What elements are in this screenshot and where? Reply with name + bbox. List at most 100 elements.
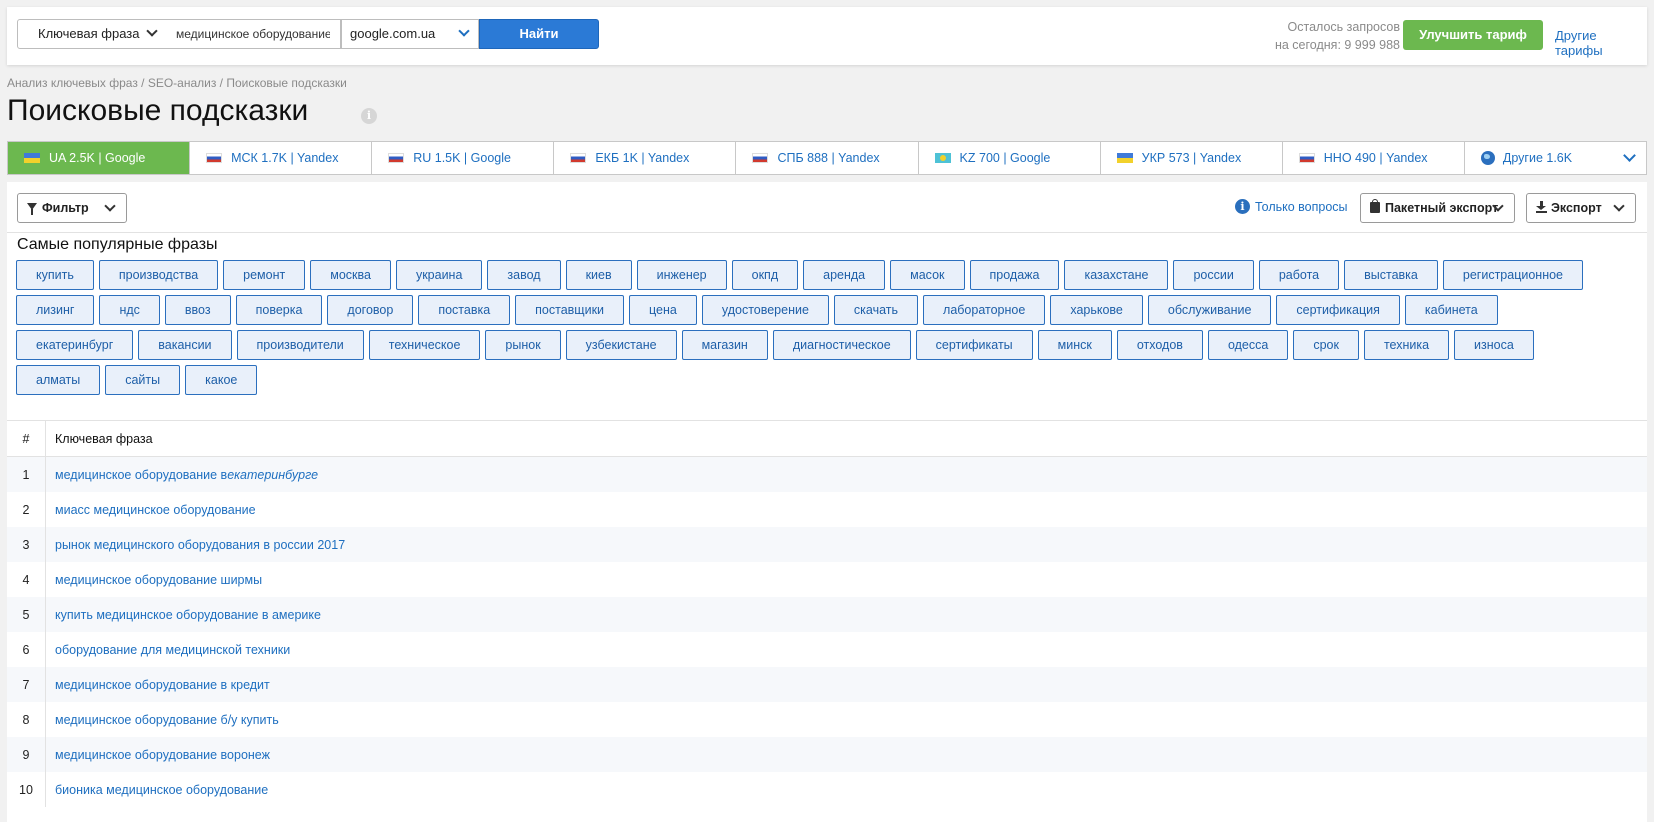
phrase-chip[interactable]: производства (98, 260, 219, 290)
phrase-text: медицинское оборудование в кредит (55, 677, 270, 692)
tab-kz-google[interactable]: KZ 700 | Google (918, 142, 1101, 174)
phrase-chip[interactable]: работа (1258, 260, 1340, 290)
phrase-chip[interactable]: сертификация (1276, 295, 1400, 325)
tab-ru-google[interactable]: RU 1.5K | Google (372, 142, 555, 174)
popular-phrases-list: купить производства ремонт москва украина зав… (16, 260, 1616, 400)
phrase-chip[interactable]: украина (395, 260, 483, 290)
phrase-chip[interactable]: рынок (485, 330, 561, 360)
phrase-chip[interactable]: продажа (969, 260, 1060, 290)
phrase-chip[interactable]: износа (1454, 330, 1534, 360)
phrase-chip[interactable]: киев (565, 260, 632, 290)
phrase-chip[interactable]: окпд (731, 260, 799, 290)
phrase-chip[interactable]: выставка (1344, 260, 1438, 290)
phrase-chip[interactable]: магазин (681, 330, 768, 360)
phrase-link[interactable]: купить медицинское оборудование в америк… (45, 597, 1647, 632)
phrase-link[interactable]: медицинское оборудование в кредит (45, 667, 1647, 702)
phrase-chip[interactable]: екатеринбург (16, 330, 134, 360)
breadcrumb[interactable]: Анализ ключевых фраз / SEO-анализ / Поис… (7, 76, 347, 90)
phrase-chip[interactable]: регистрационное (1442, 260, 1584, 290)
phrase-link[interactable]: медицинское оборудование в екатеринбурге (45, 457, 1647, 492)
questions-only-toggle[interactable]: i Только вопросы (1235, 199, 1348, 214)
phrase-chip[interactable]: поставка (418, 295, 511, 325)
phrase-link[interactable]: рынок медицинского оборудования в россии… (45, 527, 1647, 562)
phrase-chip[interactable]: срок (1293, 330, 1359, 360)
russia-flag-icon (570, 153, 587, 163)
phrase-chip[interactable]: обслуживание (1147, 295, 1272, 325)
phrase-chip[interactable]: узбекистане (565, 330, 677, 360)
tab-ua-google[interactable]: UA 2.5K | Google (8, 142, 191, 174)
phrase-chip[interactable]: удостоверение (701, 295, 829, 325)
filter-button[interactable]: Фильтр (17, 193, 127, 223)
phrase-chip[interactable]: минск (1037, 330, 1112, 360)
phrase-chip[interactable]: ввоз (164, 295, 231, 325)
export-button[interactable]: Экспорт (1526, 193, 1636, 223)
phrase-chip[interactable]: москва (310, 260, 391, 290)
table-row: 2 миасс медицинское оборудование (7, 492, 1647, 527)
phrase-chip[interactable]: поставщики (515, 295, 625, 325)
other-plans-link[interactable]: Другие тарифы (1555, 28, 1647, 58)
phrase-chip[interactable]: сертификаты (915, 330, 1033, 360)
phrase-chip[interactable]: техническое (368, 330, 481, 360)
phrase-link[interactable]: медицинское оборудование б/у купить (45, 702, 1647, 737)
phrase-chip[interactable]: поверка (235, 295, 323, 325)
phrase-chip[interactable]: кабинета (1404, 295, 1498, 325)
chevron-down-icon (146, 25, 158, 37)
upgrade-plan-button[interactable]: Улучшить тариф (1403, 20, 1543, 50)
phrase-chip[interactable]: алматы (16, 365, 101, 395)
phrase-chip[interactable]: скачать (833, 295, 919, 325)
russia-flag-icon (388, 153, 405, 163)
phrase-chip[interactable]: аренда (803, 260, 886, 290)
table-row: 10 бионика медицинское оборудование (7, 772, 1647, 807)
phrase-chip[interactable]: завод (487, 260, 561, 290)
domain-select[interactable]: google.com.ua (341, 19, 479, 49)
phrase-text: миасс медицинское оборудование (55, 502, 256, 517)
chevron-down-icon[interactable] (1623, 149, 1636, 162)
phrase-chip[interactable]: техника (1363, 330, 1450, 360)
phrase-chip[interactable]: лизинг (16, 295, 95, 325)
column-header-number[interactable]: # (7, 432, 45, 446)
phrase-chip[interactable]: ндс (99, 295, 160, 325)
tab-other-regions[interactable]: Другие 1.6K (1464, 142, 1646, 174)
phrase-chip[interactable]: производители (236, 330, 364, 360)
phrase-chip[interactable]: сайты (105, 365, 181, 395)
phrase-link[interactable]: медицинское оборудование ширмы (45, 562, 1647, 597)
info-icon[interactable]: i (361, 108, 377, 124)
phrase-link[interactable]: бионика медицинское оборудование (45, 772, 1647, 807)
phrase-chip[interactable]: диагностическое (772, 330, 911, 360)
batch-export-button[interactable]: Пакетный экспорт (1360, 193, 1515, 223)
phrase-link[interactable]: миасс медицинское оборудование (45, 492, 1647, 527)
phrase-chip[interactable]: инженер (636, 260, 727, 290)
table-row: 5 купить медицинское оборудование в амери… (7, 597, 1647, 632)
tab-ukr-yandex[interactable]: УКР 573 | Yandex (1100, 142, 1283, 174)
export-label: Экспорт (1551, 201, 1602, 215)
row-number: 7 (22, 677, 30, 692)
phrase-chip[interactable]: одесса (1207, 330, 1289, 360)
questions-only-label: Только вопросы (1255, 200, 1348, 214)
tab-spb-yandex[interactable]: СПБ 888 | Yandex (736, 142, 919, 174)
phrase-chip[interactable]: купить (16, 260, 94, 290)
tab-msk-yandex[interactable]: МСК 1.7K | Yandex (190, 142, 373, 174)
phrase-chip[interactable]: цена (629, 295, 697, 325)
phrase-link[interactable]: медицинское оборудование воронеж (45, 737, 1647, 772)
tab-nno-yandex[interactable]: ННО 490 | Yandex (1282, 142, 1465, 174)
phrase-chip[interactable]: договор (327, 295, 414, 325)
search-button[interactable]: Найти (479, 19, 599, 49)
search-input[interactable] (166, 19, 341, 49)
results-panel: Фильтр i Только вопросы Пакетный экспорт… (7, 182, 1647, 822)
column-header-phrase[interactable]: Ключевая фраза (45, 421, 1647, 456)
phrase-chip[interactable]: отходов (1116, 330, 1203, 360)
tab-label: ЕКБ 1K | Yandex (595, 151, 690, 165)
search-mode-select[interactable]: Ключевая фраза (17, 19, 167, 49)
chevron-down-icon (458, 25, 470, 37)
phrase-chip[interactable]: вакансии (138, 330, 232, 360)
phrase-link[interactable]: оборудование для медицинской техники (45, 632, 1647, 667)
phrase-chip[interactable]: масок (890, 260, 965, 290)
phrase-chip[interactable]: харькове (1050, 295, 1143, 325)
phrase-chip[interactable]: казахстане (1064, 260, 1169, 290)
phrase-chip[interactable]: ремонт (223, 260, 306, 290)
phrase-text: медицинское оборудование ширмы (55, 572, 263, 587)
tab-ekb-yandex[interactable]: ЕКБ 1K | Yandex (554, 142, 737, 174)
phrase-chip[interactable]: какое (185, 365, 258, 395)
phrase-chip[interactable]: россии (1173, 260, 1254, 290)
phrase-chip[interactable]: лабораторное (923, 295, 1046, 325)
